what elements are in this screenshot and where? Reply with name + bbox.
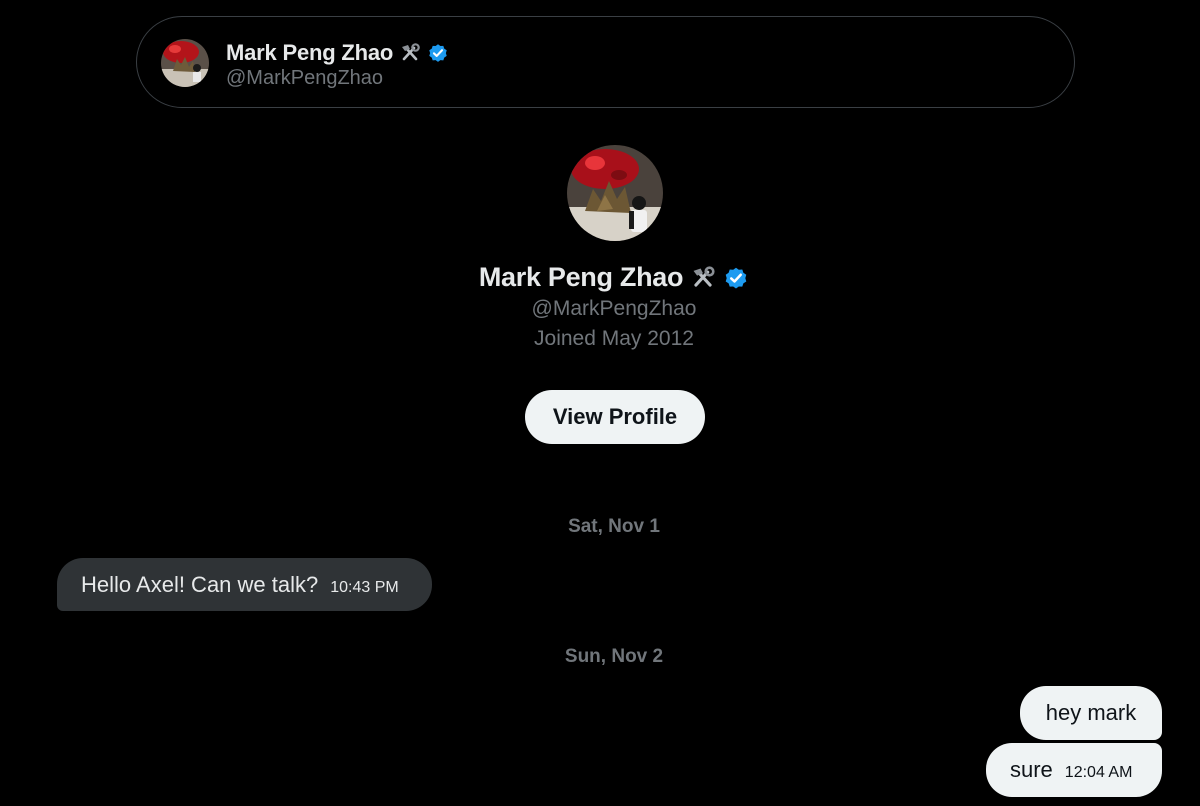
view-profile-button[interactable]: View Profile	[525, 390, 705, 444]
verified-badge-icon	[723, 265, 749, 291]
profile-avatar[interactable]	[567, 145, 663, 241]
header-handle: @MarkPengZhao	[226, 67, 384, 89]
profile-name-row: Mark Peng Zhao	[0, 262, 1200, 293]
message-timestamp: 12:04 AM	[1064, 764, 1133, 781]
profile-handle: @MarkPengZhao	[531, 297, 697, 320]
profile-joined-date: Joined May 2012	[534, 327, 694, 350]
hammer-and-wrench-icon	[399, 42, 421, 64]
hammer-and-wrench-icon	[690, 265, 716, 291]
message-bubble-outgoing[interactable]: sure 12:04 AM	[986, 743, 1162, 797]
profile-display-name: Mark Peng Zhao	[478, 262, 684, 292]
message-text: Hello Axel! Can we talk?	[81, 571, 319, 597]
header-name-row: Mark Peng Zhao	[226, 40, 449, 66]
message-text: sure	[1010, 757, 1053, 782]
verified-badge-icon	[427, 42, 449, 64]
date-separator: Sun, Nov 2	[564, 646, 664, 667]
date-separator: Sat, Nov 1	[568, 516, 660, 537]
dm-conversation-view: Mark Peng Zhao @MarkPengZhao Mark Peng Z…	[0, 0, 1200, 806]
message-text: hey mark	[1045, 700, 1137, 725]
header-display-name: Mark Peng Zhao	[226, 40, 394, 65]
message-bubble-incoming[interactable]: Hello Axel! Can we talk? 10:43 PM	[57, 558, 432, 611]
message-bubble-outgoing[interactable]: hey mark	[1020, 686, 1162, 740]
conversation-header[interactable]: Mark Peng Zhao @MarkPengZhao	[136, 16, 1075, 108]
message-timestamp: 10:43 PM	[330, 578, 399, 596]
avatar[interactable]	[161, 39, 209, 87]
